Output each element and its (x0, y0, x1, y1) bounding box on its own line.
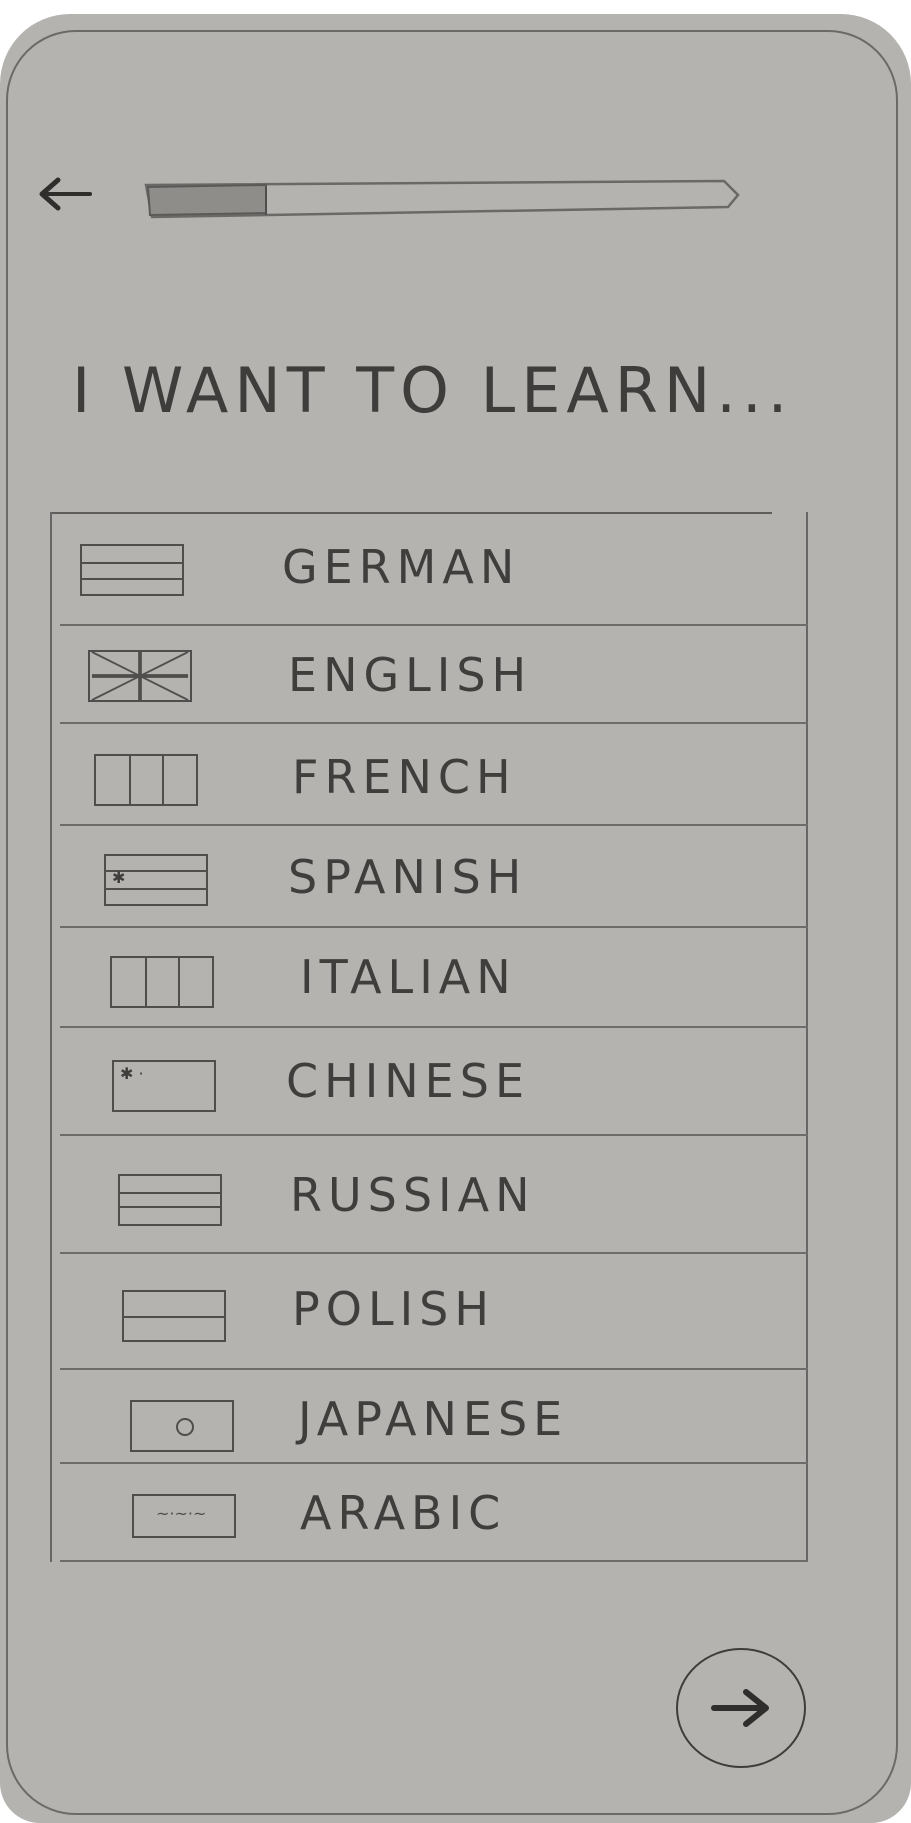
arrow-right-icon (711, 1689, 769, 1727)
language-label: GERMAN (282, 540, 521, 594)
sketch-paper: I WANT TO LEARN... GERMAN ENGLISH FRENCH… (0, 14, 911, 1823)
next-button[interactable] (676, 1648, 806, 1768)
horizontal-stripes-flag-icon (118, 1174, 222, 1226)
language-label: SPANISH (288, 850, 528, 904)
star-flag-icon: ✱ · (112, 1060, 216, 1112)
arrow-left-icon[interactable] (34, 172, 98, 216)
language-label: ITALIAN (300, 950, 517, 1004)
language-label: ARABIC (300, 1486, 507, 1540)
list-item-japanese[interactable]: JAPANESE (60, 1370, 808, 1464)
language-label: FRENCH (292, 750, 517, 804)
list-item-french[interactable]: FRENCH (60, 724, 808, 826)
language-label: ENGLISH (288, 648, 533, 702)
list-item-arabic[interactable]: ~·~·~ ARABIC (60, 1464, 808, 1562)
language-label: JAPANESE (298, 1392, 569, 1446)
list-item-german[interactable]: GERMAN (60, 512, 808, 626)
progress-bar (144, 179, 740, 219)
circle-flag-icon (130, 1400, 234, 1452)
page-title: I WANT TO LEARN... (72, 354, 794, 427)
horizontal-stripes-flag-icon (80, 544, 184, 596)
language-label: RUSSIAN (290, 1168, 536, 1222)
language-label: POLISH (292, 1282, 495, 1336)
list-item-chinese[interactable]: ✱ · CHINESE (60, 1028, 808, 1136)
script-flag-icon: ~·~·~ (132, 1494, 236, 1538)
bicolor-flag-icon (122, 1290, 226, 1342)
union-jack-flag-icon (88, 650, 192, 702)
list-item-polish[interactable]: POLISH (60, 1254, 808, 1370)
vertical-tricolor-flag-icon (110, 956, 214, 1008)
list-item-english[interactable]: ENGLISH (60, 626, 808, 724)
list-item-spanish[interactable]: ✱ SPANISH (60, 826, 808, 928)
spain-flag-icon: ✱ (104, 854, 208, 906)
language-label: CHINESE (286, 1054, 531, 1108)
vertical-tricolor-flag-icon (94, 754, 198, 806)
list-item-italian[interactable]: ITALIAN (60, 928, 808, 1028)
list-item-russian[interactable]: RUSSIAN (60, 1136, 808, 1254)
